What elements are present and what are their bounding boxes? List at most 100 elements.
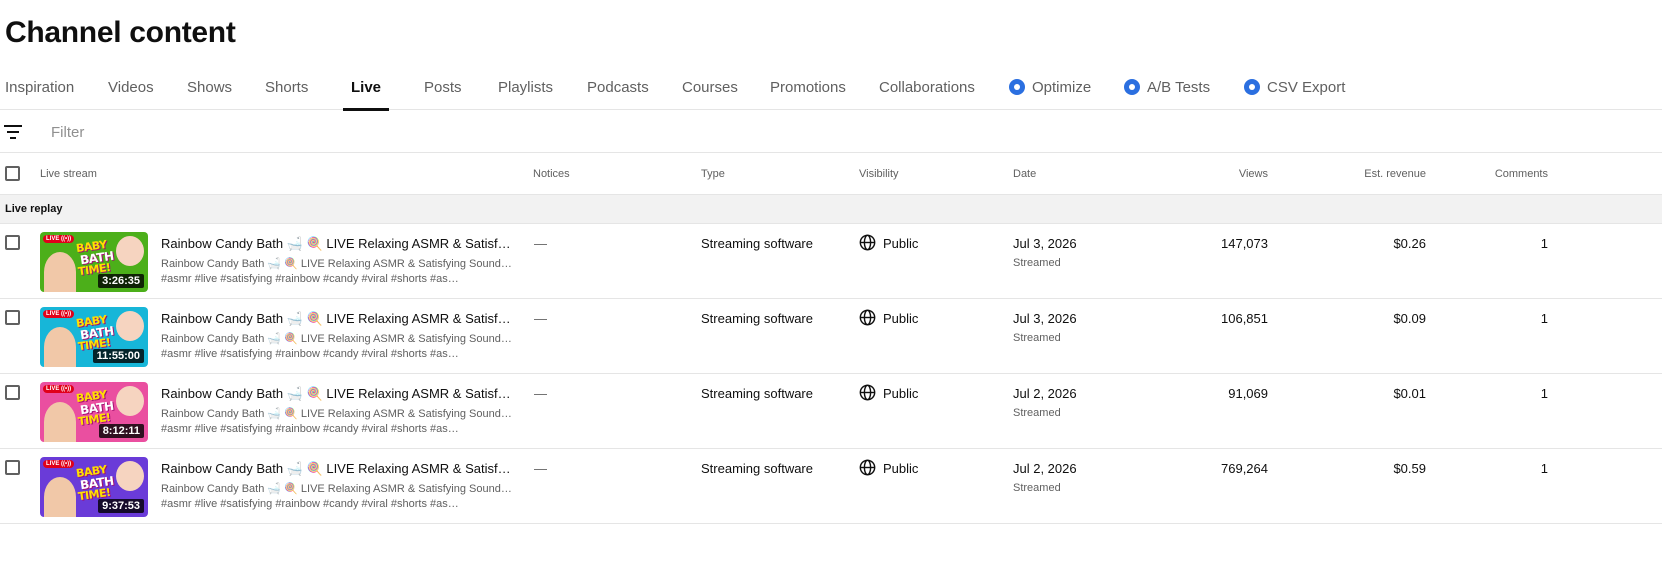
select-all-checkbox[interactable] — [5, 166, 20, 181]
row-checkbox[interactable] — [5, 460, 20, 475]
video-thumbnail[interactable]: LIVE ((•)) BABY BATH TIME! 3:26:35 — [40, 232, 148, 292]
tab-label: Playlists — [498, 79, 554, 96]
tab-live[interactable]: Live — [342, 66, 390, 111]
globe-icon[interactable] — [859, 384, 876, 401]
tab-label: A/B Tests — [1147, 79, 1211, 96]
header-live-stream[interactable]: Live stream — [40, 168, 97, 180]
extension-icon — [1124, 79, 1140, 95]
video-description: #asmr #live #satisfying #rainbow #candy … — [161, 348, 467, 360]
notices-cell: — — [534, 461, 547, 476]
video-title[interactable]: Rainbow Candy Bath 🛁 🍭 LIVE Relaxing ASM… — [161, 386, 513, 402]
date-status: Streamed — [1013, 407, 1061, 419]
globe-icon[interactable] — [859, 459, 876, 476]
revenue-cell: $0.09 — [1393, 311, 1426, 326]
thumbnail-baby — [116, 311, 144, 341]
tab-csv-export[interactable]: CSV Export — [1244, 66, 1345, 110]
tab-optimize[interactable]: Optimize — [1009, 66, 1091, 110]
tab-shows[interactable]: Shows — [187, 66, 232, 110]
comments-cell: 1 — [1540, 311, 1548, 326]
notices-cell: — — [534, 386, 547, 401]
table-row[interactable]: LIVE ((•)) BABY BATH TIME! 8:12:11 Rainb… — [0, 374, 1662, 449]
tab-label: Live — [351, 79, 382, 96]
duration-badge: 11:55:00 — [92, 349, 144, 363]
tab-bar: Inspiration Videos Shows Shorts Live Pos… — [0, 66, 1662, 111]
tab-label: Videos — [108, 79, 154, 96]
tab-playlists[interactable]: Playlists — [498, 66, 553, 110]
video-thumbnail[interactable]: LIVE ((•)) BABY BATH TIME! 8:12:11 — [40, 382, 148, 442]
tab-label: Collaborations — [879, 79, 975, 96]
views-cell: 106,851 — [1221, 311, 1268, 326]
table-row[interactable]: LIVE ((•)) BABY BATH TIME! 11:55:00 Rain… — [0, 299, 1662, 374]
globe-icon[interactable] — [859, 309, 876, 326]
tab-shorts[interactable]: Shorts — [265, 66, 308, 110]
tab-collaborations[interactable]: Collaborations — [879, 66, 975, 110]
duration-badge: 8:12:11 — [98, 424, 144, 438]
filter-icon[interactable] — [4, 125, 22, 139]
page-title: Channel content — [5, 16, 236, 49]
live-badge: LIVE ((•)) — [43, 235, 75, 243]
filter-input[interactable] — [51, 121, 451, 143]
visibility-label: Public — [883, 311, 919, 326]
video-description: Rainbow Candy Bath 🛁 🍭 LIVE Relaxing ASM… — [161, 483, 513, 495]
visibility-label: Public — [883, 461, 919, 476]
header-comments[interactable]: Comments — [1495, 168, 1548, 180]
thumbnail-girl — [44, 252, 76, 292]
tab-label: CSV Export — [1267, 79, 1346, 96]
tab-videos[interactable]: Videos — [108, 66, 154, 110]
thumbnail-girl — [44, 327, 76, 367]
video-thumbnail[interactable]: LIVE ((•)) BABY BATH TIME! 9:37:53 — [40, 457, 148, 517]
group-header: Live replay — [0, 195, 1662, 224]
video-title[interactable]: Rainbow Candy Bath 🛁 🍭 LIVE Relaxing ASM… — [161, 461, 513, 477]
filter-bar — [0, 111, 1662, 153]
group-label: Live replay — [5, 203, 63, 215]
row-checkbox[interactable] — [5, 235, 20, 250]
tab-label: Courses — [682, 79, 738, 96]
thumbnail-baby — [116, 461, 144, 491]
video-thumbnail[interactable]: LIVE ((•)) BABY BATH TIME! 11:55:00 — [40, 307, 148, 367]
date-cell: Jul 3, 2026 — [1013, 311, 1077, 326]
header-views[interactable]: Views — [1239, 168, 1268, 180]
revenue-cell: $0.01 — [1393, 386, 1426, 401]
tab-posts[interactable]: Posts — [424, 66, 462, 110]
thumbnail-girl — [44, 402, 76, 442]
globe-icon[interactable] — [859, 234, 876, 251]
table-header: Live stream Notices Type Visibility Date… — [0, 153, 1662, 195]
video-title[interactable]: Rainbow Candy Bath 🛁 🍭 LIVE Relaxing ASM… — [161, 311, 513, 327]
visibility-label: Public — [883, 386, 919, 401]
row-checkbox[interactable] — [5, 385, 20, 400]
header-type[interactable]: Type — [701, 168, 725, 180]
type-cell: Streaming software — [701, 386, 813, 401]
revenue-cell: $0.59 — [1393, 461, 1426, 476]
tab-podcasts[interactable]: Podcasts — [587, 66, 649, 110]
header-revenue[interactable]: Est. revenue — [1364, 168, 1426, 180]
date-cell: Jul 3, 2026 — [1013, 236, 1077, 251]
tab-label: Shorts — [265, 79, 309, 96]
views-cell: 147,073 — [1221, 236, 1268, 251]
tab-inspiration[interactable]: Inspiration — [5, 66, 74, 110]
live-badge: LIVE ((•)) — [43, 385, 75, 393]
tab-promotions[interactable]: Promotions — [770, 66, 846, 110]
table-row[interactable]: LIVE ((•)) BABY BATH TIME! 9:37:53 Rainb… — [0, 449, 1662, 524]
tab-ab-tests[interactable]: A/B Tests — [1124, 66, 1210, 110]
header-notices[interactable]: Notices — [533, 168, 570, 180]
header-visibility[interactable]: Visibility — [859, 168, 899, 180]
tab-label: Inspiration — [5, 79, 75, 96]
table-row[interactable]: LIVE ((•)) BABY BATH TIME! 3:26:35 Rainb… — [0, 224, 1662, 299]
date-status: Streamed — [1013, 257, 1061, 269]
comments-cell: 1 — [1540, 386, 1548, 401]
row-checkbox[interactable] — [5, 310, 20, 325]
tab-label: Shows — [187, 79, 233, 96]
comments-cell: 1 — [1540, 461, 1548, 476]
video-description: #asmr #live #satisfying #rainbow #candy … — [161, 273, 467, 285]
thumbnail-girl — [44, 477, 76, 517]
header-date[interactable]: Date — [1013, 168, 1036, 180]
video-title[interactable]: Rainbow Candy Bath 🛁 🍭 LIVE Relaxing ASM… — [161, 236, 513, 252]
extension-icon — [1244, 79, 1260, 95]
tab-label: Posts — [424, 79, 462, 96]
tab-courses[interactable]: Courses — [682, 66, 738, 110]
views-cell: 91,069 — [1228, 386, 1268, 401]
duration-badge: 3:26:35 — [98, 274, 144, 288]
tab-label: Podcasts — [587, 79, 649, 96]
tab-label: Optimize — [1032, 79, 1092, 96]
visibility-label: Public — [883, 236, 919, 251]
